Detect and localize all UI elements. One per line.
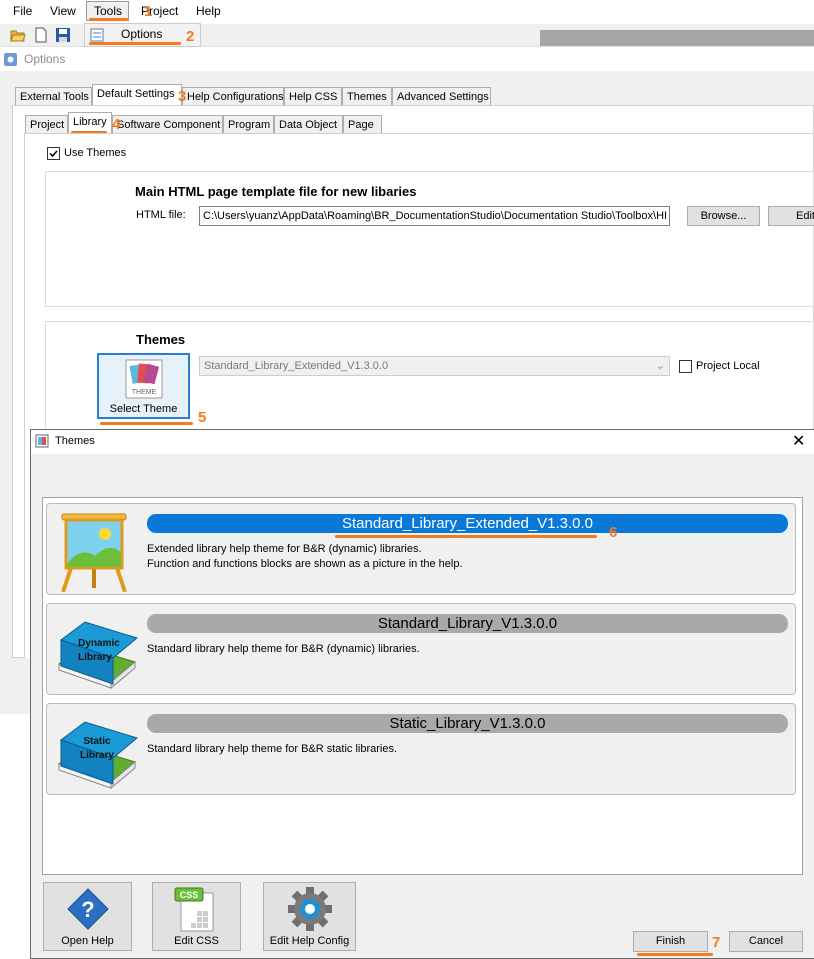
subtab-software-component[interactable]: Software Component: [112, 115, 223, 133]
use-themes-checkbox[interactable]: [47, 147, 60, 160]
checkmark-icon: [49, 150, 58, 158]
subtab-library[interactable]: Library: [68, 112, 112, 133]
static-library-book-icon: Static Library: [57, 721, 139, 790]
theme-name-pill: Standard_Library_V1.3.0.0: [147, 614, 788, 633]
css-icon-text: CSS: [180, 890, 199, 900]
menu-help[interactable]: Help: [196, 4, 221, 18]
css-file-icon: CSS: [174, 887, 214, 932]
edit-template-button[interactable]: Edit: [768, 206, 814, 226]
save-icon[interactable]: [55, 27, 71, 43]
theme-name-pill: Static_Library_V1.3.0.0: [147, 714, 788, 733]
options-icon: [90, 28, 104, 42]
open-folder-icon[interactable]: [10, 27, 26, 43]
html-file-input[interactable]: C:\Users\yuanz\AppData\Roaming\BR_Docume…: [199, 206, 670, 226]
tab-help-configurations[interactable]: Help Configurations: [182, 87, 284, 105]
toolbar-gray-area: [540, 30, 814, 46]
select-theme-button[interactable]: THEME Select Theme: [97, 353, 190, 419]
menu-file[interactable]: File: [13, 4, 32, 18]
edit-help-config-label: Edit Help Config: [269, 935, 350, 947]
easel-icon: [61, 513, 127, 592]
help-icon: ?: [67, 888, 109, 930]
gear-icon: [288, 887, 332, 931]
tab-default-settings[interactable]: Default Settings: [92, 84, 182, 105]
close-icon[interactable]: ✕: [792, 431, 805, 451]
theme-icon: THEME: [125, 359, 163, 399]
subtab-data-object[interactable]: Data Object: [274, 115, 343, 133]
tab-external-tools[interactable]: External Tools: [15, 87, 92, 105]
use-themes-label: Use Themes: [64, 147, 127, 159]
open-help-button[interactable]: ? Open Help: [43, 882, 132, 951]
browse-button[interactable]: Browse...: [687, 206, 760, 226]
book-label: Static: [83, 736, 111, 747]
subtab-program[interactable]: Program: [223, 115, 274, 133]
options-title-bar: Options: [0, 47, 814, 71]
new-document-icon[interactable]: [33, 27, 49, 43]
template-heading: Main HTML page template file for new lib…: [135, 184, 417, 199]
html-file-label: HTML file:: [136, 209, 186, 221]
theme-description: Standard library help theme for B&R (dyn…: [147, 642, 420, 657]
annotation-underline: [89, 42, 181, 45]
subtab-page[interactable]: Page: [343, 115, 382, 133]
finish-button[interactable]: Finish: [633, 931, 708, 952]
annotation-underline: [637, 953, 713, 956]
themes-dialog-title: Themes: [55, 435, 95, 447]
annotation-underline: [335, 535, 597, 538]
options-window-icon: [4, 53, 17, 66]
book-label: Library: [78, 652, 112, 663]
theme-description-line: Extended library help theme for B&R (dyn…: [147, 543, 422, 555]
tab-advanced-settings[interactable]: Advanced Settings: [392, 87, 491, 105]
edit-css-label: Edit CSS: [174, 935, 219, 947]
theme-select-value: Standard_Library_Extended_V1.3.0.0: [204, 360, 389, 372]
options-window-title: Options: [24, 52, 66, 66]
theme-card-standard[interactable]: Dynamic Library Standard_Library_V1.3.0.…: [46, 603, 796, 695]
tab-themes[interactable]: Themes: [342, 87, 392, 105]
menu-tools[interactable]: Tools: [94, 4, 122, 18]
project-local-checkbox[interactable]: [679, 360, 692, 373]
open-help-label: Open Help: [61, 935, 114, 947]
theme-card-static[interactable]: Static Library Static_Library_V1.3.0.0 S…: [46, 703, 796, 795]
themes-heading: Themes: [136, 332, 186, 347]
themes-dialog-icon: [35, 434, 49, 448]
select-theme-label: Select Theme: [109, 403, 178, 415]
dynamic-library-book-icon: Dynamic Library: [57, 621, 139, 690]
theme-description: Extended library help theme for B&R (dyn…: [147, 542, 463, 572]
annotation-underline: [89, 18, 128, 21]
cancel-button[interactable]: Cancel: [729, 931, 803, 952]
theme-name-pill: Standard_Library_Extended_V1.3.0.0: [147, 514, 788, 533]
subtab-project[interactable]: Project: [25, 115, 68, 133]
annotation-number: 2: [186, 28, 195, 45]
tab-help-css[interactable]: Help CSS: [284, 87, 342, 105]
theme-description-line: Standard library help theme for B&R stat…: [147, 743, 398, 755]
book-label: Dynamic: [78, 638, 120, 649]
book-label: Library: [80, 750, 114, 761]
edit-help-config-button[interactable]: Edit Help Config: [263, 882, 356, 951]
svg-text:?: ?: [81, 897, 94, 922]
menu-view[interactable]: View: [50, 4, 76, 18]
annotation-number: 7: [712, 934, 721, 951]
annotation-number: 4: [112, 116, 121, 133]
annotation-number: 3: [178, 88, 187, 105]
annotation-number: 5: [198, 409, 207, 426]
annotation-number: 1: [144, 3, 153, 20]
themes-dialog-title-bar: Themes ✕: [31, 430, 814, 454]
project-local-label: Project Local: [696, 360, 760, 372]
annotation-number: 6: [609, 524, 618, 541]
annotation-underline: [100, 422, 193, 425]
chevron-down-icon: ⌄: [655, 360, 665, 372]
edit-css-button[interactable]: CSS Edit CSS: [152, 882, 241, 951]
theme-icon-text: THEME: [132, 389, 157, 396]
options-menu-item[interactable]: Options: [121, 27, 162, 41]
theme-card-extended[interactable]: Standard_Library_Extended_V1.3.0.0 Exten…: [46, 503, 796, 595]
theme-description-line: Function and functions blocks are shown …: [147, 558, 463, 570]
theme-select[interactable]: Standard_Library_Extended_V1.3.0.0 ⌄: [199, 356, 670, 376]
theme-description-line: Standard library help theme for B&R (dyn…: [147, 643, 420, 655]
theme-description: Standard library help theme for B&R stat…: [147, 742, 397, 757]
